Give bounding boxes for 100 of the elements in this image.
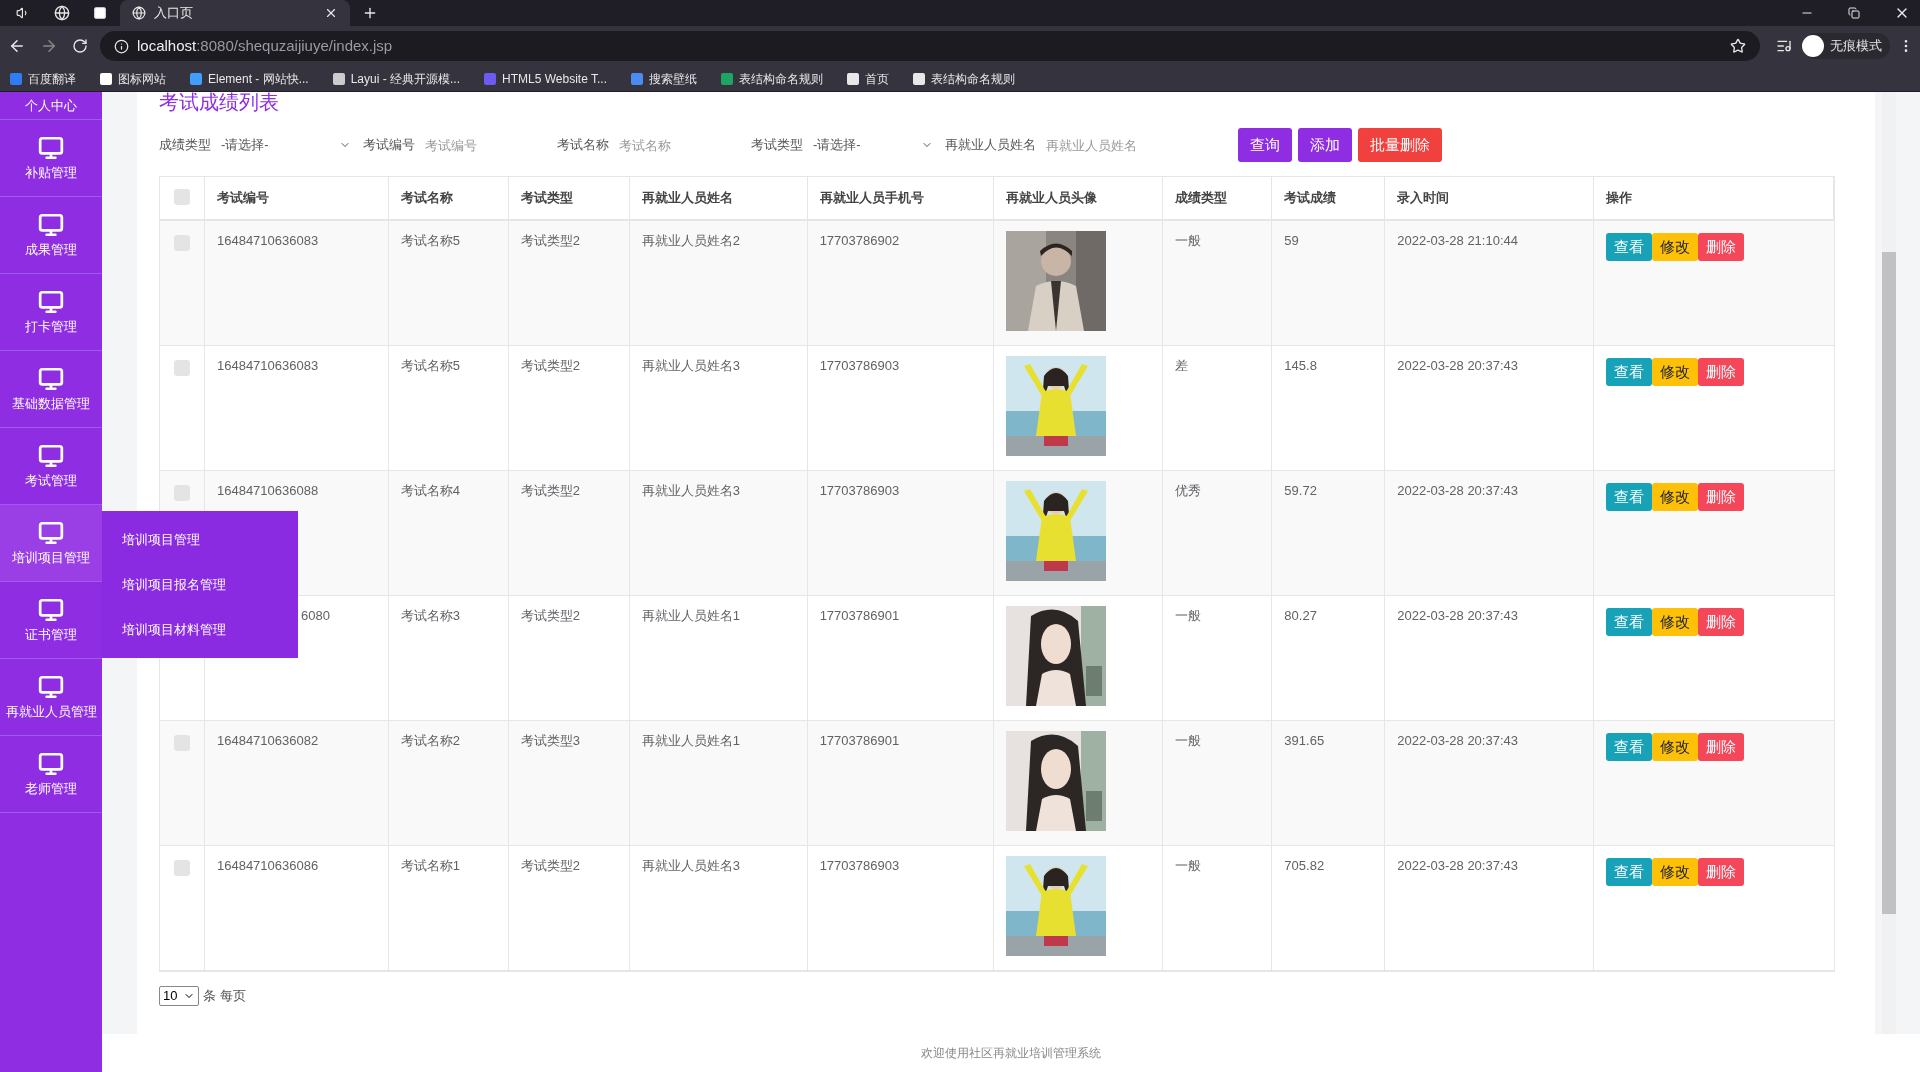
- row-action-button[interactable]: 查看: [1606, 233, 1653, 261]
- table-cell-text: 考试类型2: [520, 357, 581, 375]
- column-header: 考试类型: [520, 189, 573, 208]
- table-cell-text: 17703786903: [819, 482, 900, 500]
- media-icon[interactable]: [1776, 38, 1792, 54]
- table-cell-text: 16484710636086: [216, 857, 319, 875]
- back-icon[interactable]: [8, 37, 26, 55]
- column-header: 录入时间: [1397, 189, 1450, 208]
- table-cell-text: 再就业人员姓名3: [641, 482, 740, 500]
- input-field[interactable]: 再就业人员姓名: [1046, 131, 1176, 159]
- table-cell-text: 考试类型2: [520, 857, 581, 875]
- table-cell-text: 考试名称5: [400, 232, 461, 250]
- filter-label: 考试类型: [751, 136, 803, 155]
- table-cell-text: 考试类型2: [520, 482, 581, 500]
- action-button[interactable]: 查询: [1238, 128, 1292, 162]
- bookmark[interactable]: HTML5 Website T...: [484, 69, 607, 88]
- reload-icon[interactable]: [72, 38, 88, 54]
- action-button[interactable]: 添加: [1298, 128, 1352, 162]
- monitor-icon: [38, 751, 64, 777]
- window-icon[interactable]: [92, 6, 108, 20]
- row-action-button[interactable]: 修改: [1652, 608, 1699, 636]
- submenu-item[interactable]: 培训项目管理: [102, 529, 298, 550]
- select-field[interactable]: -请选择-: [221, 135, 351, 155]
- sidebar-item[interactable]: 培训项目管理: [0, 505, 102, 582]
- bookmark[interactable]: 表结构命名规则: [721, 69, 823, 88]
- bookmark[interactable]: 图标网站: [100, 69, 166, 88]
- browser-tab[interactable]: 入口页: [120, 0, 350, 26]
- row-action-button[interactable]: 查看: [1606, 483, 1653, 511]
- row-action-button[interactable]: 删除: [1698, 233, 1745, 261]
- checkbox[interactable]: [174, 360, 190, 376]
- row-action-button[interactable]: 删除: [1698, 483, 1745, 511]
- table-cell-text: 再就业人员姓名2: [641, 232, 740, 250]
- table-cell-text: 再就业人员姓名3: [641, 357, 740, 375]
- row-action-button[interactable]: 修改: [1652, 733, 1699, 761]
- table-cell-text: 考试名称2: [400, 732, 461, 750]
- monitor-icon: [38, 443, 64, 469]
- table-cell: 一般: [1175, 608, 1202, 623]
- row-action-button[interactable]: 删除: [1698, 358, 1745, 386]
- monitor-icon: [38, 366, 64, 392]
- submenu-item[interactable]: 培训项目材料管理: [102, 619, 298, 640]
- input-field[interactable]: 考试名称: [619, 131, 739, 159]
- table-cell: 80.27: [1284, 608, 1317, 623]
- column-header: 考试名称: [400, 189, 453, 208]
- monitor-icon: [38, 289, 64, 315]
- bookmark[interactable]: 百度翻译: [10, 69, 76, 88]
- filter-label: 再就业人员姓名: [945, 136, 1036, 155]
- bookmark[interactable]: 首页: [847, 69, 889, 88]
- table-cell: 2022-03-28 20:37:43: [1397, 608, 1518, 623]
- close-icon[interactable]: [324, 6, 338, 20]
- globe-icon[interactable]: [54, 5, 70, 21]
- row-action-button[interactable]: 查看: [1606, 358, 1653, 386]
- forward-icon[interactable]: [40, 37, 58, 55]
- column-header: 再就业人员头像: [1005, 189, 1097, 208]
- table-cell-text: 17703786903: [819, 357, 900, 375]
- row-action-button[interactable]: 删除: [1698, 733, 1745, 761]
- restore-icon[interactable]: [1848, 7, 1860, 19]
- column-header: 再就业人员手机号: [819, 189, 924, 208]
- bookmark[interactable]: 表结构命名规则: [913, 69, 1015, 88]
- table-cell-text: 16484710636082: [216, 732, 319, 750]
- select-field[interactable]: -请选择-: [813, 135, 933, 155]
- monitor-icon: [38, 135, 64, 161]
- table-cell: 2022-03-28 21:10:44: [1397, 233, 1518, 248]
- row-action-button[interactable]: 查看: [1606, 608, 1653, 636]
- table-cell-text: 17703786902: [819, 232, 900, 250]
- row-action-button[interactable]: 删除: [1698, 608, 1745, 636]
- table-cell-text: 再就业人员姓名1: [641, 732, 740, 750]
- new-tab-icon[interactable]: [362, 5, 378, 21]
- table-cell-text: 17703786901: [819, 607, 900, 625]
- page-size-select[interactable]: 10: [159, 986, 200, 1006]
- row-action-button[interactable]: 修改: [1652, 483, 1699, 511]
- bookmark[interactable]: 搜索壁纸: [631, 69, 697, 88]
- table-cell: 2022-03-28 20:37:43: [1397, 483, 1518, 498]
- checkbox[interactable]: [174, 189, 190, 205]
- table-cell: 59: [1284, 233, 1299, 248]
- row-action-button[interactable]: 查看: [1606, 858, 1653, 886]
- filter-label: 考试名称: [557, 136, 609, 155]
- column-header: 成绩类型: [1175, 189, 1228, 208]
- row-action-button[interactable]: 修改: [1652, 233, 1699, 261]
- row-action-button[interactable]: 修改: [1652, 858, 1699, 886]
- action-button[interactable]: 批量删除: [1358, 128, 1442, 162]
- bookmark[interactable]: Element - 网站快...: [190, 69, 309, 88]
- filter-label: 考试编号: [363, 136, 415, 155]
- sidebar-item[interactable]: 证书管理: [0, 582, 102, 659]
- input-field[interactable]: 考试编号: [425, 131, 545, 159]
- row-action-button[interactable]: 修改: [1652, 358, 1699, 386]
- bookmark-star-icon[interactable]: [1730, 38, 1746, 54]
- profile-chip[interactable]: 无痕模式: [1802, 33, 1890, 59]
- row-action-button[interactable]: 删除: [1698, 858, 1745, 886]
- row-action-button[interactable]: 查看: [1606, 733, 1653, 761]
- page-title: 考试成绩列表: [159, 92, 280, 112]
- address-field[interactable]: localhost:8080/shequzaijiuye/index.jsp: [100, 31, 1760, 61]
- table-cell: 优秀: [1175, 483, 1202, 498]
- bookmark[interactable]: Layui - 经典开源模...: [332, 69, 461, 88]
- table-cell-text: 16484710636088: [216, 482, 319, 500]
- scrollbar[interactable]: [1882, 92, 1896, 1034]
- table-cell-text: 考试类型2: [520, 607, 581, 625]
- submenu-item[interactable]: 培训项目报名管理: [102, 574, 298, 595]
- table-cell-text: 17703786901: [819, 732, 900, 750]
- table-cell: 一般: [1175, 233, 1202, 248]
- checkbox[interactable]: [174, 860, 190, 876]
